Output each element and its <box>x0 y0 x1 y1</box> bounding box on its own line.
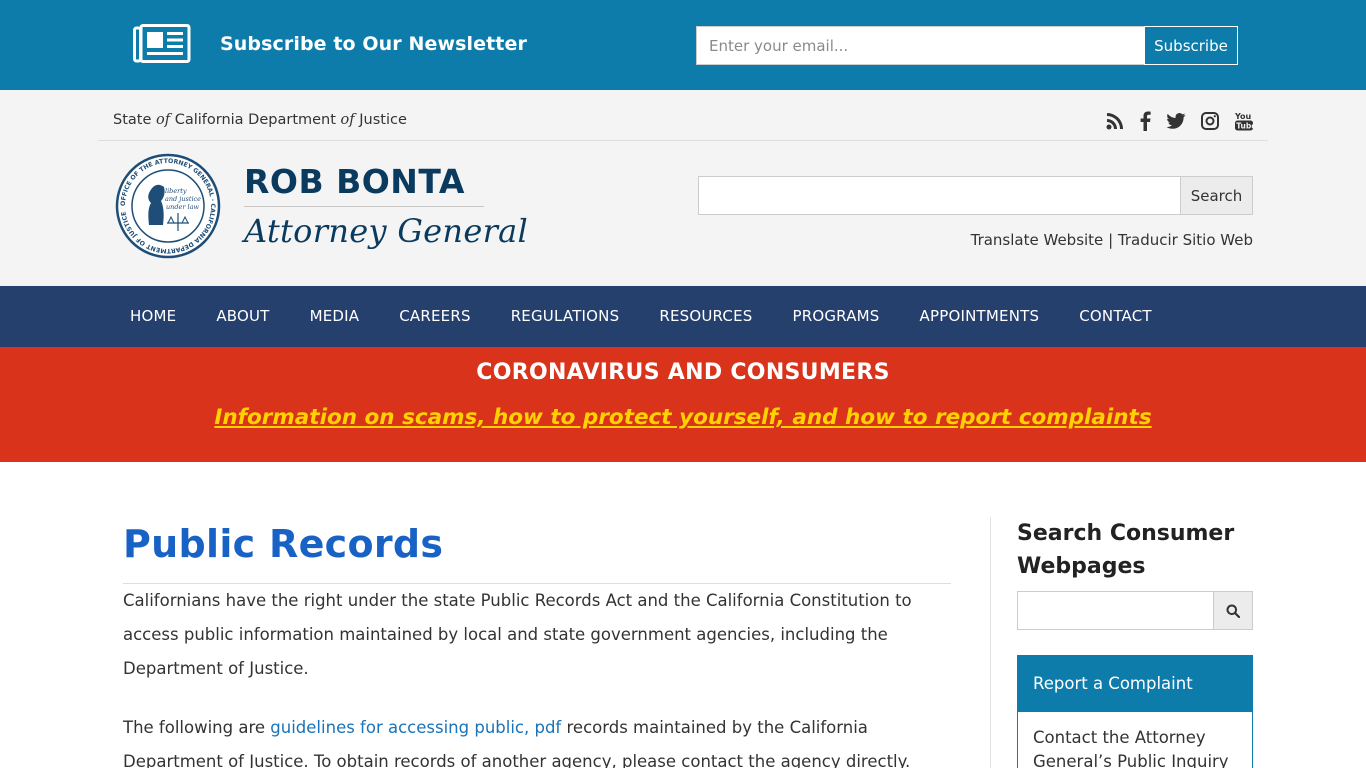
twitter-icon[interactable] <box>1166 110 1186 132</box>
ag-divider <box>244 206 484 207</box>
svg-text:Tube: Tube <box>1236 122 1254 131</box>
consumer-search-input[interactable] <box>1017 591 1214 630</box>
org-text: State <box>113 112 152 128</box>
paragraph-text: The following are <box>123 718 271 737</box>
guidelines-paragraph: The following are guidelines for accessi… <box>123 711 951 768</box>
intro-paragraph: Californians have the right under the st… <box>123 591 912 678</box>
youtube-icon[interactable]: You Tube <box>1234 110 1254 132</box>
header-divider <box>98 140 1268 141</box>
org-text: Justice <box>359 112 407 128</box>
site-search-button[interactable]: Search <box>1180 176 1253 215</box>
nav-item-contact[interactable]: CONTACT <box>1059 286 1172 347</box>
svg-text:and justice: and justice <box>165 195 201 203</box>
sidebar-search-title: Search Consumer Webpages <box>1017 521 1235 579</box>
complaint-description: Contact the Attorney General’s Public In… <box>1033 728 1229 768</box>
nav-item-careers[interactable]: CAREERS <box>379 286 490 347</box>
report-complaint-box: Report a Complaint Contact the Attorney … <box>1017 655 1253 768</box>
nav-item-programs[interactable]: PROGRAMS <box>772 286 899 347</box>
magnifier-icon <box>1226 604 1240 618</box>
site-search-input[interactable] <box>698 176 1181 215</box>
guidelines-link[interactable]: guidelines for accessing public, pdf <box>270 718 561 737</box>
main-nav: HOME ABOUT MEDIA CAREERS REGULATIONS RES… <box>0 286 1366 347</box>
nav-item-home[interactable]: HOME <box>110 286 196 347</box>
report-complaint-link[interactable]: Report a Complaint <box>1018 656 1252 712</box>
nav-item-media[interactable]: MEDIA <box>290 286 380 347</box>
ag-name[interactable]: ROB BONTA <box>244 162 465 201</box>
coronavirus-banner: CORONAVIRUS AND CONSUMERS Information on… <box>0 347 1366 462</box>
consumer-search-button[interactable] <box>1213 591 1253 630</box>
nav-item-appointments[interactable]: APPOINTMENTS <box>900 286 1060 347</box>
translate-website-link[interactable]: Translate Website <box>971 231 1104 249</box>
subscribe-button[interactable]: Subscribe <box>1144 26 1238 65</box>
banner-title: CORONAVIRUS AND CONSUMERS <box>476 360 890 385</box>
facebook-icon[interactable] <box>1136 110 1156 132</box>
nav-item-regulations[interactable]: REGULATIONS <box>491 286 640 347</box>
sidebar-divider <box>990 517 991 768</box>
newsletter-email-input[interactable] <box>696 26 1145 65</box>
newspaper-icon <box>133 24 191 63</box>
newsletter-bar: Subscribe to Our Newsletter Subscribe <box>0 0 1366 90</box>
banner-link[interactable]: Information on scams, how to protect you… <box>0 405 1366 430</box>
org-line: State of California Department of Justic… <box>113 112 407 128</box>
ag-title[interactable]: Attorney General <box>244 212 528 250</box>
org-text: of <box>340 112 355 128</box>
site-header: State of California Department of Justic… <box>0 90 1366 286</box>
newsletter-title: Subscribe to Our Newsletter <box>220 33 527 55</box>
instagram-icon[interactable] <box>1200 110 1220 132</box>
nav-item-about[interactable]: ABOUT <box>196 286 289 347</box>
translate-separator: | <box>1108 231 1114 249</box>
nav-item-resources[interactable]: RESOURCES <box>639 286 772 347</box>
org-text: California Department <box>174 112 336 128</box>
svg-text:under law: under law <box>166 203 200 211</box>
translate-links: Translate Website | Traducir Sitio Web <box>971 231 1253 249</box>
traducir-sitio-link[interactable]: Traducir Sitio Web <box>1118 231 1253 249</box>
org-text: of <box>156 112 171 128</box>
svg-text:liberty: liberty <box>165 187 187 195</box>
svg-text:You: You <box>1234 112 1252 121</box>
rss-icon[interactable] <box>1105 110 1125 132</box>
attorney-general-seal[interactable]: OFFICE OF THE ATTORNEY GENERAL · CALIFOR… <box>115 153 221 259</box>
page-title: Public Records <box>123 522 444 566</box>
